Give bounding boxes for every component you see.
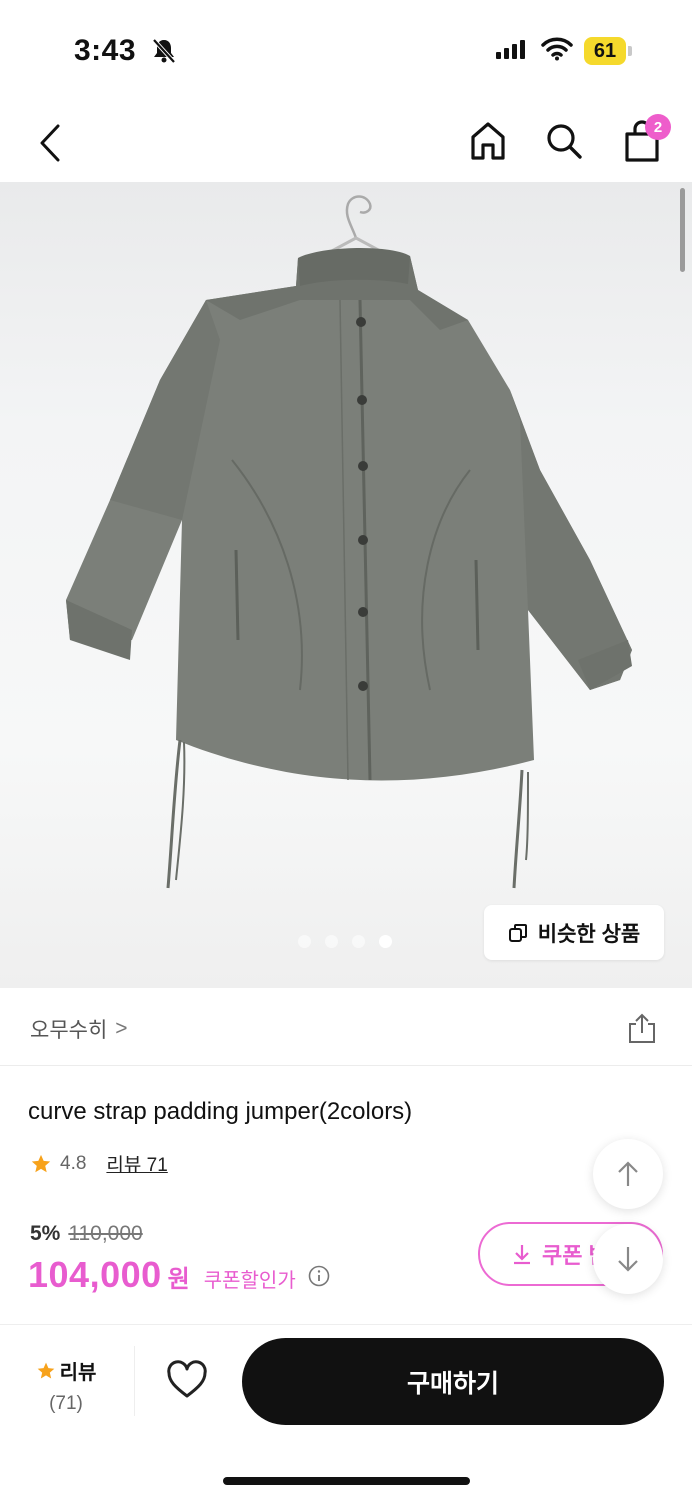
sale-price: 104,000	[28, 1254, 162, 1295]
pagination-dot[interactable]	[298, 935, 311, 948]
pagination-dot-active[interactable]	[379, 935, 392, 948]
rating-row: 4.8 리뷰 71	[30, 1150, 168, 1177]
price-row: 104,000 원 쿠폰할인가	[28, 1254, 330, 1296]
bottom-review-count: (71)	[49, 1393, 83, 1414]
bottom-review-button[interactable]: 리뷰 (71)	[30, 1356, 102, 1415]
image-pagination-dots[interactable]	[298, 935, 392, 948]
bottom-review-label: 리뷰	[59, 1362, 97, 1384]
pagination-dot[interactable]	[325, 935, 338, 948]
star-icon	[37, 1362, 54, 1378]
review-link[interactable]: 리뷰 71	[106, 1150, 167, 1177]
discount-row: 5% 110,000	[30, 1222, 143, 1246]
product-image[interactable]	[0, 182, 692, 988]
status-time: 3:43	[74, 34, 137, 67]
brand-name: 오무수히	[30, 1019, 108, 1042]
arrow-down-icon	[618, 1247, 638, 1272]
wishlist-button[interactable]	[165, 1360, 209, 1405]
padding-jumper-illustration	[66, 195, 632, 889]
rating-value: 4.8	[60, 1152, 87, 1174]
share-icon	[629, 1013, 655, 1043]
product-title: curve strap padding jumper(2colors)	[28, 1098, 413, 1125]
home-icon	[471, 122, 505, 160]
share-button[interactable]	[626, 1012, 658, 1049]
download-icon	[514, 1245, 530, 1265]
original-price: 110,000	[68, 1222, 143, 1245]
home-button[interactable]	[466, 118, 510, 164]
discount-rate: 5%	[30, 1222, 61, 1245]
bell-muted-icon	[152, 38, 176, 69]
brand-link[interactable]: 오무수히 >	[30, 1014, 128, 1044]
battery-cap	[628, 46, 632, 56]
scroll-top-button[interactable]	[593, 1139, 663, 1209]
cellular-signal-icon	[496, 40, 525, 59]
page-scrollbar[interactable]	[680, 188, 685, 272]
chevron-right-icon: >	[115, 1017, 128, 1040]
heart-icon	[167, 1360, 207, 1398]
pagination-dot[interactable]	[352, 935, 365, 948]
home-indicator[interactable]	[223, 1477, 470, 1485]
cart-count-badge: 2	[645, 114, 671, 140]
buy-now-button[interactable]: 구매하기	[242, 1338, 664, 1425]
back-button[interactable]	[30, 120, 70, 166]
search-icon	[547, 124, 582, 159]
star-icon	[31, 1154, 51, 1172]
currency-unit: 원	[167, 1266, 190, 1293]
battery-indicator: 61	[584, 37, 626, 65]
copy-icon	[508, 923, 527, 942]
scroll-bottom-button[interactable]	[593, 1224, 663, 1294]
search-button[interactable]	[542, 118, 586, 164]
coupon-price-label: 쿠폰할인가	[203, 1270, 296, 1292]
chevron-left-icon	[40, 124, 60, 162]
arrow-up-icon	[618, 1161, 638, 1186]
divider	[134, 1346, 135, 1416]
similar-products-button[interactable]: 비슷한 상품	[484, 905, 664, 960]
similar-products-label: 비슷한 상품	[537, 922, 641, 946]
info-icon[interactable]	[308, 1265, 330, 1292]
wifi-icon	[541, 37, 573, 66]
